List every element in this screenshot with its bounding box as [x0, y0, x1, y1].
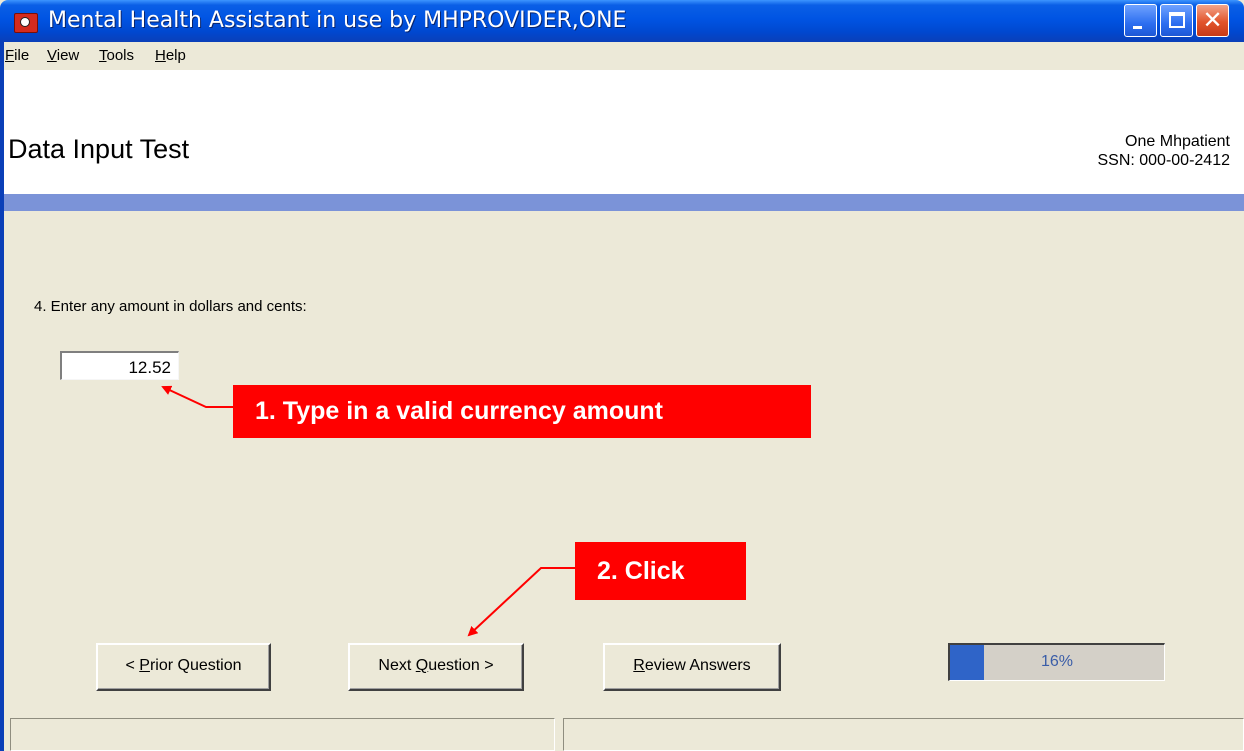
status-pane-left [10, 718, 555, 751]
callout-arrow-1 [161, 385, 233, 408]
next-question-mnemonic: Q [415, 657, 429, 674]
menu-file-mnemonic: F [5, 47, 15, 64]
menu-bar: File View Tools Help [0, 42, 1244, 70]
menu-view-mnemonic: V [47, 47, 57, 64]
status-pane-right [563, 718, 1244, 751]
callout-step-2: 2. Click [575, 542, 746, 600]
next-question-button[interactable]: Next Question > [348, 643, 524, 691]
menu-tools-mnemonic: T [99, 47, 107, 64]
question-label: 4. Enter any amount in dollars and cents… [34, 298, 307, 315]
currency-amount-input[interactable] [60, 351, 179, 380]
menu-file[interactable]: File [5, 47, 29, 64]
app-window: Mental Health Assistant in use by MHPROV… [0, 0, 1244, 751]
maximize-button[interactable] [1160, 4, 1193, 37]
next-question-prefix: Next [378, 657, 416, 674]
prior-question-prefix: < [125, 657, 140, 674]
review-answers-label: eview Answers [644, 657, 751, 674]
window-title: Mental Health Assistant in use by MHPROV… [48, 8, 627, 33]
menu-view-label: iew [56, 47, 80, 64]
callout-step-1: 1. Type in a valid currency amount [233, 385, 811, 438]
minimize-button[interactable] [1124, 4, 1157, 37]
header-accent-bar [0, 194, 1244, 211]
menu-file-label: ile [14, 47, 30, 64]
patient-name: One Mhpatient [1125, 133, 1230, 150]
close-icon: ✕ [1202, 6, 1223, 34]
callout-arrow-2 [467, 567, 575, 637]
next-question-label: uestion > [428, 657, 494, 674]
minimize-icon [1133, 26, 1142, 29]
page-header: Data Input Test One Mhpatient SSN: 000-0… [0, 70, 1244, 194]
menu-tools-label: ools [106, 47, 135, 64]
menu-help[interactable]: Help [155, 47, 186, 64]
menu-help-label: elp [165, 47, 186, 64]
review-answers-mnemonic: R [633, 657, 645, 674]
page-title: Data Input Test [8, 134, 190, 164]
progress-label: 16% [1040, 653, 1074, 670]
patient-ssn: SSN: 000-00-2412 [1097, 152, 1230, 169]
app-logo-icon[interactable] [14, 13, 38, 33]
menu-help-mnemonic: H [155, 47, 166, 64]
maximize-icon [1169, 12, 1185, 28]
window-frame-left [0, 42, 4, 751]
status-bar [0, 716, 1244, 751]
progress-bar: 16% [948, 643, 1165, 681]
review-answers-button[interactable]: Review Answers [603, 643, 781, 691]
menu-view[interactable]: View [47, 47, 79, 64]
prior-question-mnemonic: P [139, 657, 150, 674]
patient-info: One Mhpatient SSN: 000-00-2412 [1097, 132, 1230, 170]
menu-tools[interactable]: Tools [99, 47, 134, 64]
prior-question-label: rior Question [149, 657, 242, 674]
prior-question-button[interactable]: < Prior Question [96, 643, 271, 691]
close-button[interactable]: ✕ [1196, 4, 1229, 37]
title-bar[interactable]: Mental Health Assistant in use by MHPROV… [0, 0, 1244, 42]
